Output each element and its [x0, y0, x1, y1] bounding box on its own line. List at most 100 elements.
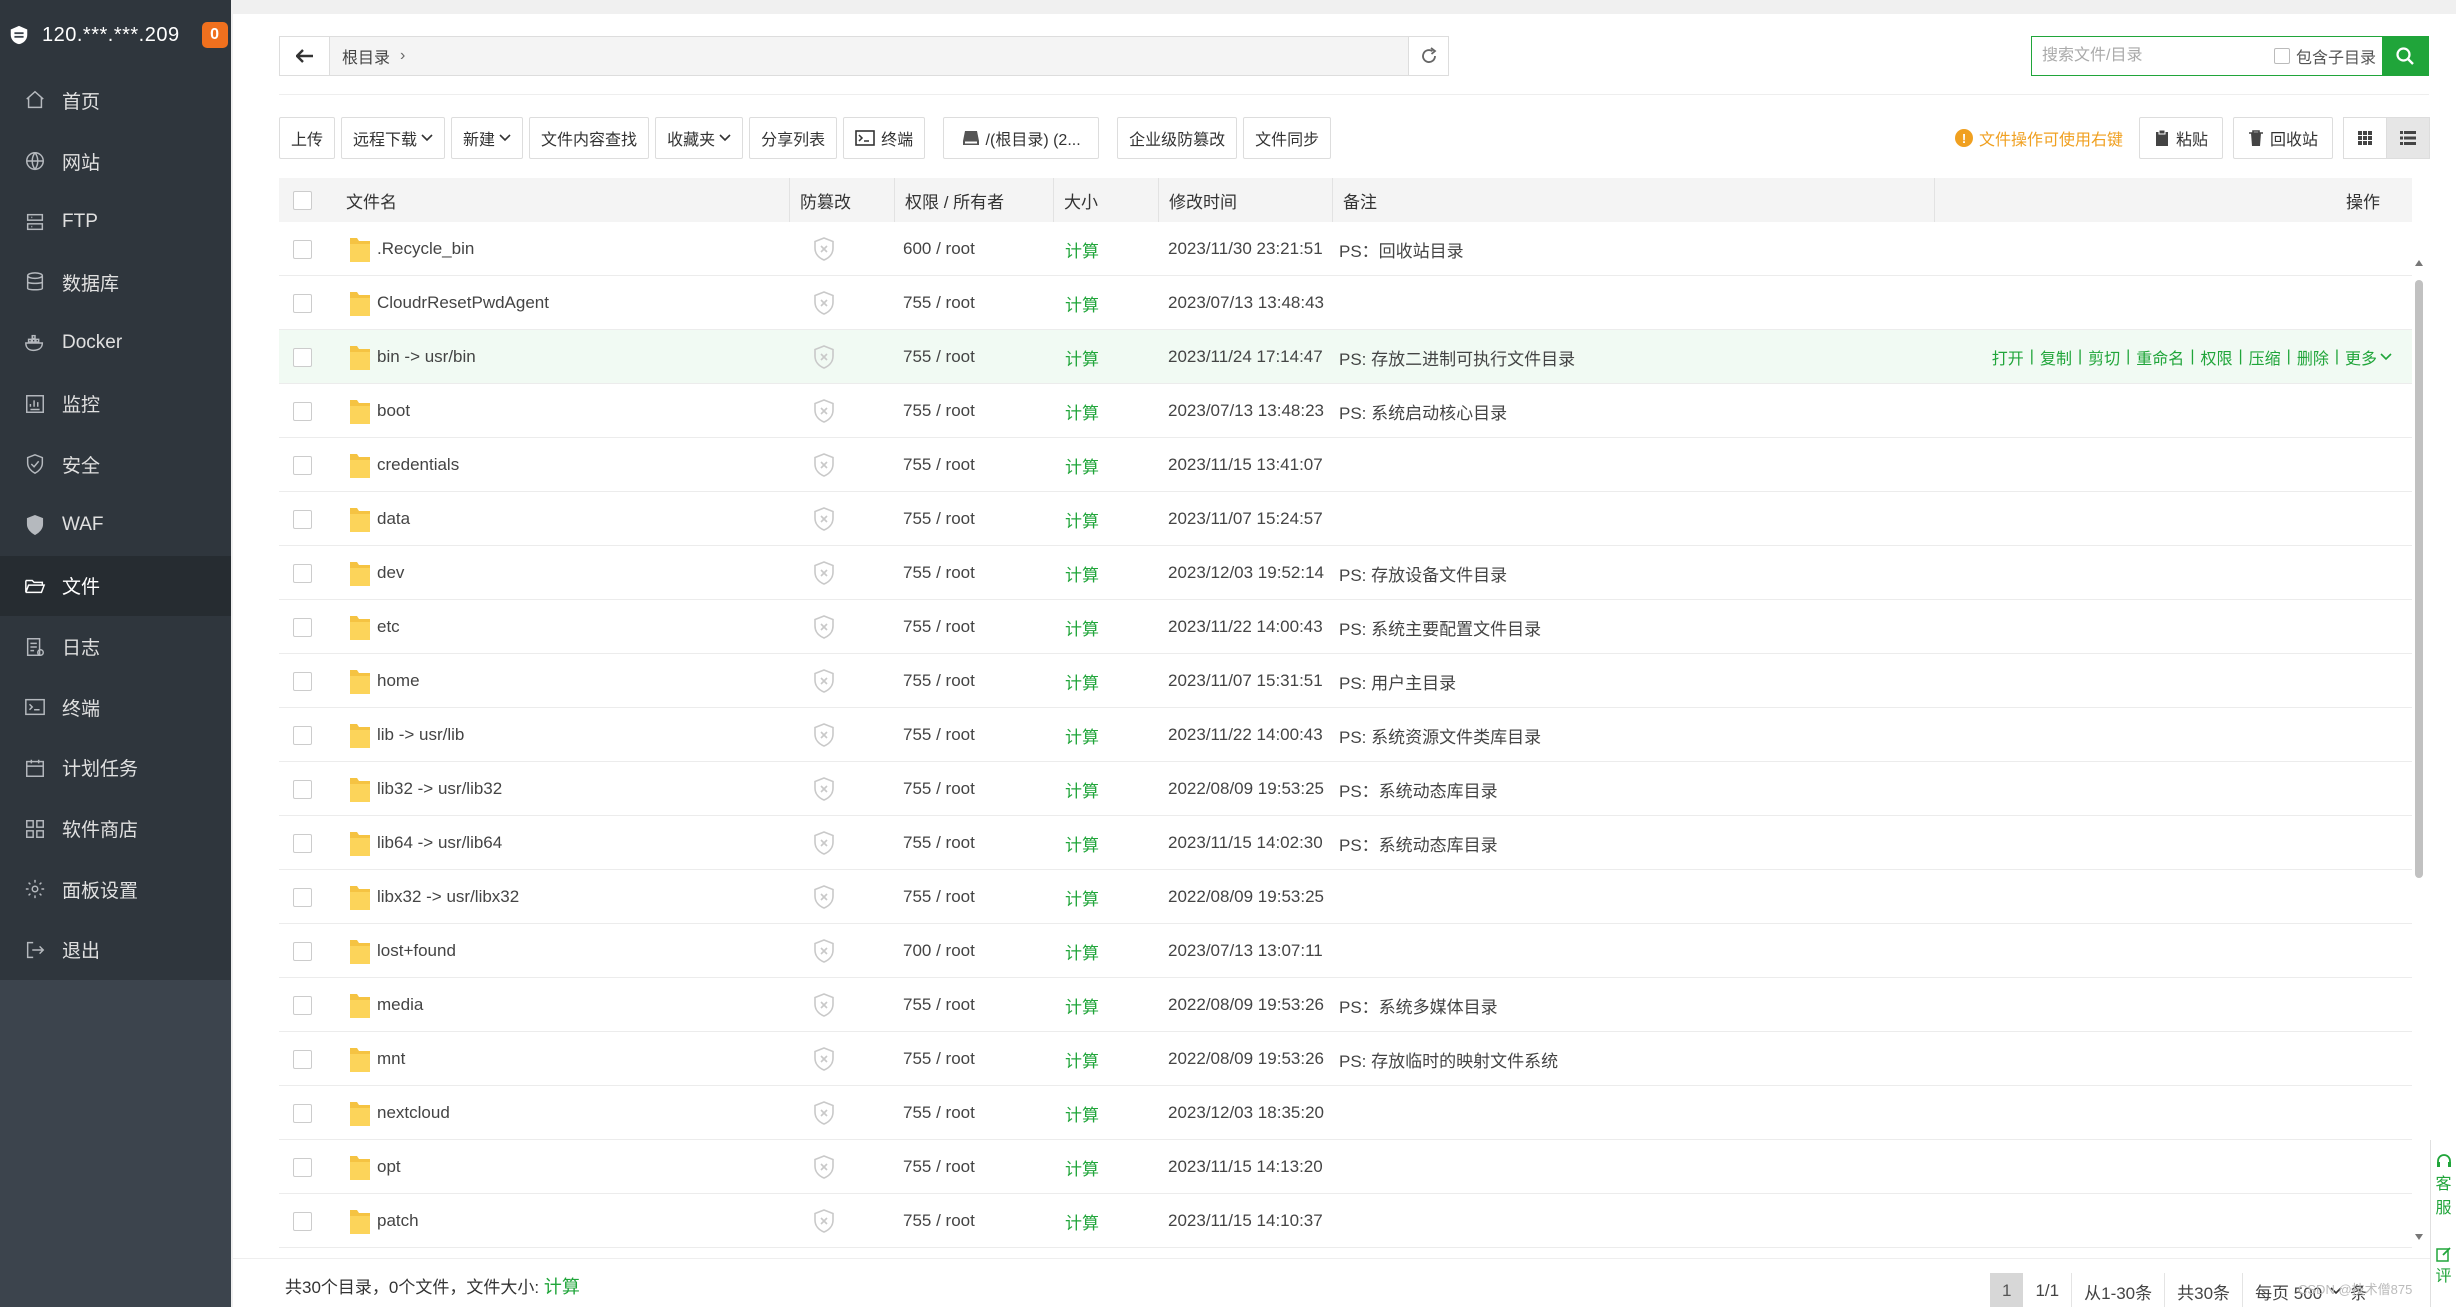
- tamper-shield-icon[interactable]: [813, 291, 835, 315]
- file-name[interactable]: lost+found: [377, 941, 456, 961]
- row-checkbox[interactable]: [293, 1086, 312, 1140]
- select-all-checkbox[interactable]: [293, 190, 312, 210]
- file-name-cell[interactable]: credentials: [349, 438, 459, 492]
- upload-button[interactable]: 上传: [279, 117, 336, 159]
- op-3[interactable]: 重命名: [2136, 345, 2184, 369]
- row-checkbox[interactable]: [293, 276, 312, 330]
- tamper-shield-icon[interactable]: [813, 1101, 835, 1125]
- file-name[interactable]: .Recycle_bin: [377, 239, 474, 259]
- size-calc-link[interactable]: 计算: [1065, 1140, 1099, 1194]
- permission-owner[interactable]: 755 / root: [903, 762, 975, 816]
- file-name-cell[interactable]: nextcloud: [349, 1086, 450, 1140]
- tamper-shield-icon[interactable]: [813, 669, 835, 693]
- back-button[interactable]: [280, 37, 330, 75]
- list-view-button[interactable]: [2386, 117, 2430, 159]
- calc-total-size-link[interactable]: 计算: [544, 1277, 580, 1297]
- file-row[interactable]: credentials 755 / root 计算 2023/11/15 13:41:…: [279, 438, 2412, 492]
- include-subdir-toggle[interactable]: 包含子目录: [2273, 37, 2382, 75]
- row-checkbox[interactable]: [293, 384, 312, 438]
- file-name[interactable]: libx32 -> usr/libx32: [377, 887, 519, 907]
- header-filename[interactable]: 文件名: [346, 178, 397, 222]
- file-name-cell[interactable]: bin -> usr/bin: [349, 330, 476, 384]
- op-1[interactable]: 复制: [2040, 345, 2072, 369]
- permission-owner[interactable]: 755 / root: [903, 708, 975, 762]
- sidebar-item-8[interactable]: 文件: [0, 555, 231, 617]
- file-row[interactable]: opt 755 / root 计算 2023/11/15 14:13:20: [279, 1140, 2412, 1194]
- file-note[interactable]: PS：系统多媒体目录: [1339, 978, 1498, 1032]
- file-name[interactable]: lib64 -> usr/lib64: [377, 833, 502, 853]
- path-breadcrumb[interactable]: 根目录 ›: [330, 37, 1408, 75]
- search-input[interactable]: [2032, 37, 2274, 75]
- file-note[interactable]: PS: 存放临时的映射文件系统: [1339, 1032, 1558, 1086]
- file-note[interactable]: PS: 存放二进制可执行文件目录: [1339, 330, 1575, 384]
- size-calc-link[interactable]: 计算: [1065, 600, 1099, 654]
- file-row[interactable]: boot 755 / root 计算 2023/07/13 13:48:23 PS: 系…: [279, 384, 2412, 438]
- file-name[interactable]: lib -> usr/lib: [377, 725, 464, 745]
- permission-owner[interactable]: 755 / root: [903, 384, 975, 438]
- permission-owner[interactable]: 755 / root: [903, 276, 975, 330]
- file-name-cell[interactable]: CloudrResetPwdAgent: [349, 276, 549, 330]
- row-checkbox[interactable]: [293, 816, 312, 870]
- permission-owner[interactable]: 755 / root: [903, 1140, 975, 1194]
- file-name-cell[interactable]: etc: [349, 600, 400, 654]
- permission-owner[interactable]: 755 / root: [903, 546, 975, 600]
- row-checkbox[interactable]: [293, 708, 312, 762]
- scroll-down-icon[interactable]: [2414, 1232, 2424, 1242]
- file-name[interactable]: dev: [377, 563, 404, 583]
- row-checkbox[interactable]: [293, 1194, 312, 1248]
- permission-owner[interactable]: 755 / root: [903, 438, 975, 492]
- file-row[interactable]: lost+found 700 / root 计算 2023/07/13 13:07:1…: [279, 924, 2412, 978]
- file-row[interactable]: media 755 / root 计算 2022/08/09 19:53:26 PS：系…: [279, 978, 2412, 1032]
- sidebar-item-3[interactable]: 数据库: [0, 252, 231, 313]
- op-2[interactable]: 剪切: [2088, 345, 2120, 369]
- file-list-scrollbar[interactable]: [2412, 250, 2426, 1246]
- op-7[interactable]: 更多: [2345, 345, 2377, 369]
- file-note[interactable]: PS：系统动态库目录: [1339, 816, 1498, 870]
- permission-owner[interactable]: 755 / root: [903, 654, 975, 708]
- page-current[interactable]: 1: [1990, 1273, 2024, 1307]
- size-calc-link[interactable]: 计算: [1065, 222, 1099, 276]
- file-name-cell[interactable]: media: [349, 978, 423, 1032]
- file-row[interactable]: etc 755 / root 计算 2023/11/22 14:00:43 PS: 系统…: [279, 600, 2412, 654]
- file-row[interactable]: lib64 -> usr/lib64 755 / root 计算 2023/11/15…: [279, 816, 2412, 870]
- size-calc-link[interactable]: 计算: [1065, 330, 1099, 384]
- tamper-shield-icon[interactable]: [813, 237, 835, 261]
- file-row[interactable]: lib32 -> usr/lib32 755 / root 计算 2022/08/09…: [279, 762, 2412, 816]
- row-checkbox[interactable]: [293, 654, 312, 708]
- sidebar-item-2[interactable]: FTP: [0, 191, 231, 252]
- tamper-shield-icon[interactable]: [813, 885, 835, 909]
- size-calc-link[interactable]: 计算: [1065, 276, 1099, 330]
- size-calc-link[interactable]: 计算: [1065, 492, 1099, 546]
- file-name[interactable]: mnt: [377, 1049, 405, 1069]
- permission-owner[interactable]: 700 / root: [903, 924, 975, 978]
- sidebar-item-6[interactable]: 安全: [0, 434, 231, 495]
- file-name-cell[interactable]: lib -> usr/lib: [349, 708, 464, 762]
- op-6[interactable]: 删除: [2297, 345, 2329, 369]
- remote-download-button[interactable]: 远程下载: [341, 117, 446, 159]
- file-note[interactable]: PS：回收站目录: [1339, 222, 1464, 276]
- size-calc-link[interactable]: 计算: [1065, 762, 1099, 816]
- file-name-cell[interactable]: patch: [349, 1194, 419, 1248]
- tamper-shield-icon[interactable]: [813, 723, 835, 747]
- size-calc-link[interactable]: 计算: [1065, 978, 1099, 1032]
- file-name-cell[interactable]: home: [349, 654, 420, 708]
- size-calc-link[interactable]: 计算: [1065, 546, 1099, 600]
- op-4[interactable]: 权限: [2200, 345, 2232, 369]
- permission-owner[interactable]: 755 / root: [903, 1086, 975, 1140]
- file-note[interactable]: PS: 系统资源文件类库目录: [1339, 708, 1541, 762]
- header-mtime[interactable]: 修改时间: [1158, 178, 1237, 222]
- sidebar-item-12[interactable]: 软件商店: [0, 798, 231, 859]
- tamper-shield-icon[interactable]: [813, 507, 835, 531]
- row-checkbox[interactable]: [293, 546, 312, 600]
- size-calc-link[interactable]: 计算: [1065, 870, 1099, 924]
- row-checkbox[interactable]: [293, 330, 312, 384]
- share-list-button[interactable]: 分享列表: [749, 117, 838, 159]
- scroll-up-icon[interactable]: [2414, 258, 2424, 268]
- permission-owner[interactable]: 755 / root: [903, 1194, 975, 1248]
- tamper-shield-icon[interactable]: [813, 345, 835, 369]
- file-name-cell[interactable]: lib64 -> usr/lib64: [349, 816, 502, 870]
- sidebar-item-11[interactable]: 计划任务: [0, 738, 231, 799]
- tamper-shield-icon[interactable]: [813, 1209, 835, 1233]
- scrollbar-thumb[interactable]: [2415, 280, 2423, 878]
- row-checkbox[interactable]: [293, 1032, 312, 1086]
